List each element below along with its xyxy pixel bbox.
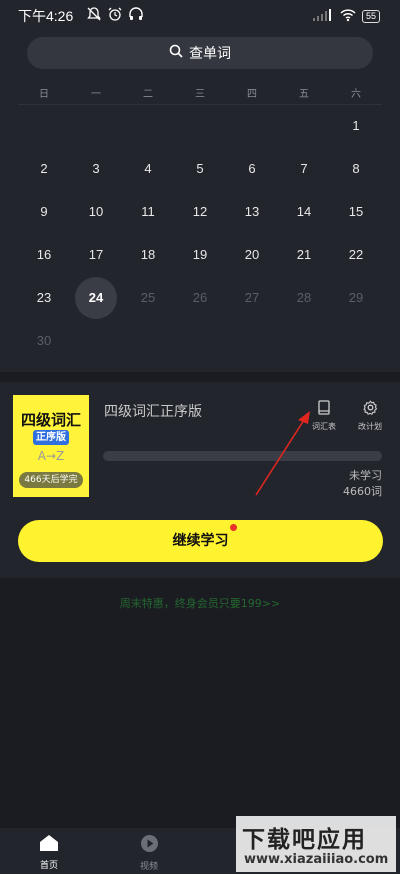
search-label: 查单词 bbox=[189, 46, 231, 62]
headphones-icon bbox=[128, 6, 144, 22]
weekday-label: 二 bbox=[143, 89, 153, 100]
nav-item-home[interactable]: 首页 bbox=[19, 834, 79, 871]
signal-icon bbox=[312, 7, 334, 26]
search-icon bbox=[169, 44, 183, 62]
weekday-label: 一 bbox=[91, 89, 101, 100]
notification-dot bbox=[230, 524, 237, 531]
calendar-day[interactable]: 17 bbox=[75, 234, 117, 276]
home-icon bbox=[39, 835, 59, 856]
calendar-day[interactable]: 14 bbox=[283, 191, 325, 233]
calendar-day[interactable]: 22 bbox=[335, 234, 377, 276]
gear-icon bbox=[362, 400, 378, 419]
calendar-day[interactable]: 28 bbox=[283, 277, 325, 319]
change-plan-button[interactable]: 改计划 bbox=[355, 400, 385, 432]
calendar-day[interactable]: 9 bbox=[23, 191, 65, 233]
vocab-list-button[interactable]: 词汇表 bbox=[309, 400, 339, 432]
weekday-label: 三 bbox=[195, 89, 205, 100]
status-bar: 下午4:26 55 bbox=[0, 0, 400, 30]
calendar-day[interactable]: 8 bbox=[335, 148, 377, 190]
weekday-label: 六 bbox=[351, 89, 361, 100]
alarm-icon bbox=[107, 6, 123, 22]
learning-progress-bar bbox=[103, 451, 382, 461]
calendar-day[interactable]: 21 bbox=[283, 234, 325, 276]
unlearned-label: 未学习 bbox=[349, 469, 382, 482]
status-time: 下午4:26 bbox=[18, 8, 74, 24]
calendar-day[interactable]: 4 bbox=[127, 148, 169, 190]
calendar-day[interactable]: 1 bbox=[335, 105, 377, 147]
calendar-day[interactable]: 2 bbox=[23, 148, 65, 190]
vocab-list-label: 词汇表 bbox=[312, 422, 336, 431]
unlearned-count: 4660词 bbox=[343, 485, 382, 498]
nav-item-video[interactable]: 视频 bbox=[119, 834, 179, 872]
calendar-day[interactable]: 11 bbox=[127, 191, 169, 233]
calendar-day[interactable]: 19 bbox=[179, 234, 221, 276]
book-cover[interactable]: 四级词汇 正序版 A→Z 466天后学完 bbox=[13, 395, 89, 497]
continue-learning-label: 继续学习 bbox=[172, 533, 229, 549]
watermark-title: 下载吧应用 bbox=[242, 827, 367, 853]
book-cover-subtitle: 正序版 bbox=[33, 430, 69, 445]
search-bar[interactable]: 查单词 bbox=[27, 37, 373, 69]
book-cover-badge: 466天后学完 bbox=[19, 472, 83, 488]
promo-link[interactable]: 周末特惠，终身会员只要199>> bbox=[0, 595, 400, 611]
book-name[interactable]: 四级词汇正序版 bbox=[104, 401, 202, 421]
nav-label-video: 视频 bbox=[139, 862, 158, 872]
calendar-day[interactable]: 30 bbox=[23, 320, 65, 362]
mute-icon bbox=[86, 6, 102, 22]
calendar-day[interactable]: 15 bbox=[335, 191, 377, 233]
calendar-day[interactable]: 10 bbox=[75, 191, 117, 233]
calendar-divider bbox=[18, 104, 382, 105]
weekday-label: 日 bbox=[39, 89, 49, 100]
calendar-day[interactable]: 7 bbox=[283, 148, 325, 190]
calendar-day[interactable]: 5 bbox=[179, 148, 221, 190]
calendar-day[interactable]: 20 bbox=[231, 234, 273, 276]
calendar-day[interactable]: 3 bbox=[75, 148, 117, 190]
calendar-day-today[interactable]: 24 bbox=[75, 277, 117, 319]
calendar-day[interactable]: 23 bbox=[23, 277, 65, 319]
book-icon bbox=[317, 400, 331, 419]
calendar-day[interactable]: 18 bbox=[127, 234, 169, 276]
calendar-day[interactable]: 26 bbox=[179, 277, 221, 319]
weekday-label: 四 bbox=[247, 89, 257, 100]
calendar-day[interactable]: 6 bbox=[231, 148, 273, 190]
calendar-day[interactable]: 16 bbox=[23, 234, 65, 276]
watermark-url: www.xiazaiiiao.com bbox=[244, 852, 389, 867]
calendar-day[interactable]: 13 bbox=[231, 191, 273, 233]
book-cover-az: A→Z bbox=[37, 449, 65, 463]
battery-indicator: 55 bbox=[361, 10, 380, 23]
weekday-label: 五 bbox=[299, 89, 309, 100]
calendar-day[interactable]: 12 bbox=[179, 191, 221, 233]
continue-learning-button[interactable]: 继续学习 bbox=[18, 520, 383, 562]
change-plan-label: 改计划 bbox=[358, 422, 382, 431]
calendar-day[interactable]: 27 bbox=[231, 277, 273, 319]
current-book-card: 四级词汇 正序版 A→Z 466天后学完 四级词汇正序版 词汇表 改计划 未学习… bbox=[0, 382, 400, 578]
wifi-icon bbox=[340, 7, 356, 26]
nav-label-home: 首页 bbox=[39, 861, 58, 871]
book-cover-title: 四级词汇 bbox=[20, 411, 81, 429]
site-watermark: 下载吧应用 www.xiazaiiiao.com bbox=[236, 816, 396, 872]
calendar-day[interactable]: 29 bbox=[335, 277, 377, 319]
calendar-day[interactable]: 25 bbox=[127, 277, 169, 319]
calendar-weekdays: 日一二三四五六 bbox=[18, 85, 382, 100]
play-icon bbox=[140, 835, 159, 857]
